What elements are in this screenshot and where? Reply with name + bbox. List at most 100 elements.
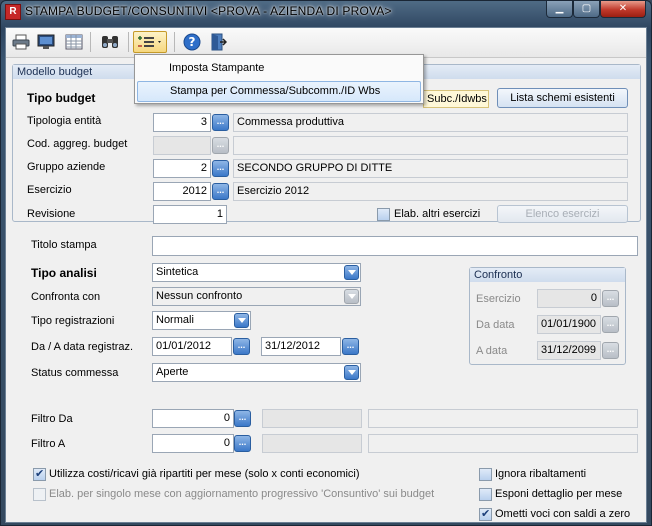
preview-button[interactable] — [34, 31, 58, 53]
exit-button[interactable] — [206, 31, 230, 53]
tipo-registrazioni-select[interactable]: Normali — [152, 311, 251, 330]
tipologia-entita-lookup-button[interactable]: ... — [212, 114, 229, 131]
confronto-esercizio-label: Esercizio — [476, 293, 521, 305]
toolbar-separator — [128, 32, 129, 52]
confronta-con-label: Confronta con — [31, 291, 101, 303]
esercizio-desc: Esercizio 2012 — [233, 182, 628, 201]
filtro-da-code — [262, 409, 362, 428]
svg-text:?: ? — [189, 35, 196, 49]
toolbar-separator — [90, 32, 91, 52]
chevron-down-icon[interactable] — [234, 313, 249, 328]
confronto-a-data-calendar-button[interactable]: ... — [602, 342, 619, 359]
print-button[interactable] — [9, 31, 33, 53]
status-commessa-label: Status commessa — [31, 367, 119, 379]
titolo-stampa-label: Titolo stampa — [31, 239, 97, 251]
confronto-esercizio-lookup-button[interactable]: ... — [602, 290, 619, 307]
client-area: ? Imposta Stampante Stampa per Commessa/… — [5, 27, 647, 523]
print-options-menu: Imposta Stampante Stampa per Commessa/Su… — [134, 54, 424, 104]
data-registraz-label: Da / A data registraz. — [31, 341, 134, 353]
filtro-a-lookup-button[interactable]: ... — [234, 435, 251, 452]
filtro-a-code — [262, 434, 362, 453]
cod-aggreg-input[interactable] — [153, 136, 211, 155]
lista-schemi-button[interactable]: Lista schemi esistenti — [497, 88, 628, 108]
gruppo-aziende-lookup-button[interactable]: ... — [212, 160, 229, 177]
gruppo-aziende-input[interactable]: 2 — [153, 159, 211, 178]
tipologia-entita-label: Tipologia entità — [27, 115, 102, 127]
elab-altri-esercizi-checkbox[interactable] — [377, 208, 390, 221]
binoculars-icon — [102, 36, 118, 48]
gruppo-aziende-desc: SECONDO GRUPPO DI DITTE — [233, 159, 628, 178]
maximize-button[interactable]: ▢ — [573, 1, 600, 18]
esercizio-lookup-button[interactable]: ... — [212, 183, 229, 200]
monitor-icon — [37, 34, 55, 49]
revisione-label: Revisione — [27, 208, 76, 220]
application-window: R STAMPA BUDGET/CONSUNTIVI <PROVA - AZIE… — [0, 0, 652, 526]
confronto-title: Confronto — [470, 268, 625, 282]
confronta-con-value: Nessun confronto — [156, 290, 243, 302]
data-da-input[interactable]: 01/01/2012 — [152, 337, 232, 356]
utilizza-costi-label: Utilizza costi/ricavi già ripartiti per … — [49, 468, 360, 480]
esercizio-label: Esercizio — [27, 184, 72, 196]
gruppo-aziende-label: Gruppo aziende — [27, 161, 106, 173]
confronto-a-data-input[interactable]: 31/12/2099 — [537, 341, 601, 360]
utilizza-costi-checkbox[interactable] — [33, 467, 46, 481]
tipologia-entita-input[interactable]: 3 — [153, 113, 211, 132]
filtro-da-lookup-button[interactable]: ... — [234, 410, 251, 427]
title-bar: R STAMPA BUDGET/CONSUNTIVI <PROVA - AZIE… — [1, 1, 651, 23]
menu-item-stampa-per-commessa[interactable]: Stampa per Commessa/Subcomm./ID Wbs — [137, 81, 421, 102]
spreadsheet-icon — [65, 34, 83, 50]
status-commessa-value: Aperte — [156, 366, 189, 378]
elab-altri-esercizi-label: Elab. altri esercizi — [394, 208, 481, 220]
confronto-group: Confronto Esercizio 0 ... Da data 01/01/… — [469, 267, 626, 365]
esercizio-input[interactable]: 2012 — [153, 182, 211, 201]
app-logo-icon: R — [5, 4, 21, 20]
confronto-da-data-input[interactable]: 01/01/1900 — [537, 315, 601, 334]
printer-icon — [12, 34, 30, 50]
toolbar-separator — [174, 32, 175, 52]
tipo-analisi-select[interactable]: Sintetica — [152, 263, 361, 282]
confronta-con-select[interactable]: Nessun confronto — [152, 287, 361, 306]
cod-aggreg-lookup-button[interactable]: ... — [212, 137, 229, 154]
confronto-esercizio-input[interactable]: 0 — [537, 289, 601, 308]
tipo-budget-value: Subc./Idwbs — [423, 90, 489, 108]
filtro-a-input[interactable]: 0 — [152, 434, 234, 453]
data-a-calendar-button[interactable]: ... — [342, 338, 359, 355]
ometti-voci-checkbox[interactable] — [479, 507, 492, 521]
elab-singolo-mese-label: Elab. per singolo mese con aggiornamento… — [49, 488, 435, 500]
window-title: STAMPA BUDGET/CONSUNTIVI <PROVA - AZIEND… — [25, 4, 392, 18]
tipologia-entita-desc: Commessa produttiva — [233, 113, 628, 132]
elenco-esercizi-button[interactable]: Elenco esercizi — [497, 205, 628, 223]
close-button[interactable]: ✕ — [600, 1, 646, 18]
chevron-down-icon[interactable] — [344, 365, 359, 380]
ignora-ribaltamenti-checkbox[interactable] — [479, 468, 492, 481]
chevron-down-icon[interactable] — [344, 289, 359, 304]
help-button[interactable]: ? — [180, 31, 204, 53]
filtro-a-label: Filtro A — [31, 438, 66, 450]
ignora-ribaltamenti-label: Ignora ribaltamenti — [495, 468, 587, 480]
chevron-down-icon[interactable] — [344, 265, 359, 280]
data-da-calendar-button[interactable]: ... — [233, 338, 250, 355]
elab-singolo-mese-checkbox[interactable] — [33, 488, 46, 501]
titolo-stampa-input[interactable] — [152, 236, 638, 256]
cod-aggreg-label: Cod. aggreg. budget — [27, 138, 128, 150]
grid-button[interactable] — [62, 31, 86, 53]
menu-item-imposta-stampante[interactable]: Imposta Stampante — [137, 58, 421, 79]
filtro-da-input[interactable]: 0 — [152, 409, 234, 428]
help-icon: ? — [183, 33, 201, 51]
status-commessa-select[interactable]: Aperte — [152, 363, 361, 382]
esponi-dettaglio-checkbox[interactable] — [479, 488, 492, 501]
data-a-input[interactable]: 31/12/2012 — [261, 337, 341, 356]
revisione-input[interactable]: 1 — [153, 205, 227, 224]
exit-door-icon — [211, 33, 227, 51]
search-button[interactable] — [98, 31, 122, 53]
confronto-a-data-label: A data — [476, 345, 508, 357]
filtro-da-label: Filtro Da — [31, 413, 73, 425]
ometti-voci-label: Ometti voci con saldi a zero — [495, 508, 631, 520]
confronto-da-data-calendar-button[interactable]: ... — [602, 316, 619, 333]
tipo-registrazioni-value: Normali — [156, 314, 194, 326]
minimize-button[interactable]: ▁ — [546, 1, 573, 18]
list-options-icon — [138, 36, 161, 47]
tipo-budget-label: Tipo budget — [27, 91, 96, 105]
print-options-dropdown-button[interactable] — [133, 31, 167, 53]
tipo-registrazioni-label: Tipo registrazioni — [31, 315, 115, 327]
